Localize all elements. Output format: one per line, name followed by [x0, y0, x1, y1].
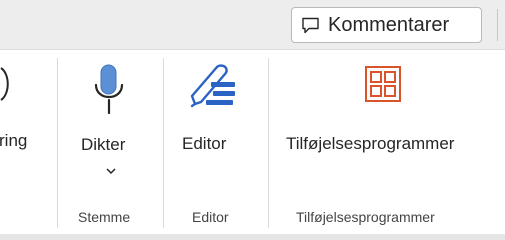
addins-label: Tilføjelsesprogrammer: [286, 134, 455, 153]
editor-button[interactable]: Editor: [170, 50, 262, 192]
partial-button-icon: [0, 67, 9, 101]
microphone-icon: [94, 64, 124, 115]
top-bar: Kommentarer: [0, 0, 505, 50]
dictate-button[interactable]: Dikter: [63, 50, 157, 192]
comments-button[interactable]: Kommentarer: [291, 7, 482, 43]
group-label-addins: Tilføjelsesprogrammer: [296, 209, 435, 225]
addins-grid-icon: [365, 66, 401, 102]
ribbon: ring Dikter Stemme Editor Editor Tilføje…: [0, 50, 505, 234]
comments-label: Kommentarer: [328, 14, 450, 36]
group-separator: [163, 58, 164, 228]
toolbar-divider: [497, 9, 498, 41]
group-separator: [57, 58, 58, 228]
group-label-stemme: Stemme: [78, 209, 131, 225]
group-separator: [268, 58, 269, 228]
pen-icon: [190, 64, 235, 108]
ribbon-bottom-border: [0, 234, 505, 240]
addins-button[interactable]: Tilføjelsesprogrammer: [276, 50, 505, 192]
chevron-down-icon[interactable]: [106, 168, 116, 175]
partial-ribbon-button[interactable]: ring: [0, 50, 52, 162]
group-label-editor: Editor: [192, 209, 229, 225]
editor-label: Editor: [182, 134, 227, 153]
dictate-label: Dikter: [81, 135, 126, 154]
comment-icon: [302, 17, 319, 34]
partial-button-label: ring: [0, 131, 28, 150]
